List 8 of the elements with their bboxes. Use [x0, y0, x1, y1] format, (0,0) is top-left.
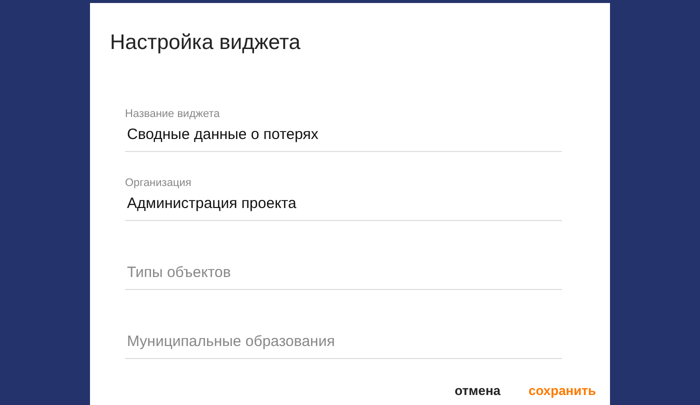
input-field[interactable]: Администрация проекта	[125, 195, 562, 221]
input-field[interactable]: Типы объектов	[125, 264, 562, 290]
cancel-button[interactable]: отмена	[452, 381, 503, 400]
dialog-title: Настройка виджета	[110, 31, 300, 55]
input-field[interactable]: Муниципальные образования	[125, 333, 562, 359]
field-label: Название виджета	[125, 108, 220, 120]
field-label: Организация	[125, 177, 192, 189]
input-field[interactable]: Сводные данные о потерях	[125, 126, 562, 152]
